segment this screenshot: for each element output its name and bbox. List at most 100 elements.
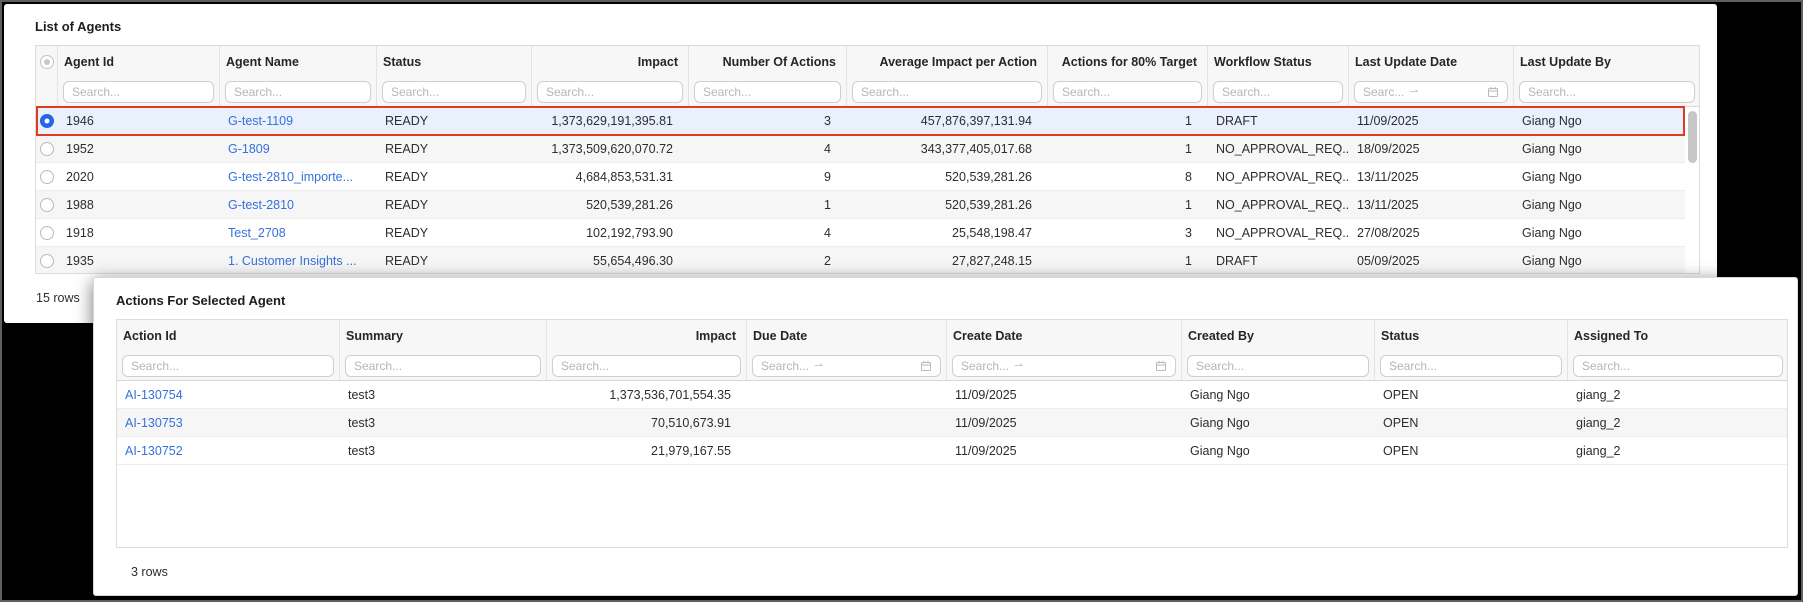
- agent-link-agent_name[interactable]: G-test-2810: [228, 198, 294, 212]
- column-header-last_update_date[interactable]: Last Update Date: [1349, 46, 1514, 77]
- search-input-due_date[interactable]: Search... ⇀: [752, 354, 941, 377]
- agents-table: Agent Id Agent Name Status Impact Number Of …: [35, 45, 1700, 274]
- filter-cell-created_by: Search...: [1182, 351, 1375, 380]
- action-link-action_id[interactable]: AI-130754: [125, 388, 183, 402]
- row-select-radio[interactable]: [40, 113, 54, 128]
- search-input-actions_80[interactable]: Search...: [1053, 80, 1202, 103]
- column-header-avg_impact[interactable]: Average Impact per Action: [847, 46, 1048, 77]
- cell-agent_name: G-test-1109: [220, 107, 377, 134]
- agent-link-agent_name[interactable]: 1. Customer Insights ...: [228, 254, 357, 268]
- cell-num_actions: 9: [824, 169, 831, 184]
- column-header-assigned_to[interactable]: Assigned To: [1568, 320, 1787, 351]
- search-input-status[interactable]: Search...: [382, 80, 526, 103]
- search-input-impact[interactable]: Search...: [552, 354, 741, 377]
- cell-agent_id: 1946: [66, 113, 94, 128]
- search-input-action_id[interactable]: Search...: [122, 354, 334, 377]
- search-input-impact[interactable]: Search...: [537, 80, 683, 103]
- search-placeholder: Searc...: [1363, 84, 1405, 99]
- actions-panel-title: Actions For Selected Agent: [116, 293, 286, 308]
- action-row[interactable]: AI-130753 test3 70,510,673.91 11/09/2025 Gia…: [117, 409, 1787, 437]
- row-select-radio[interactable]: [40, 253, 54, 268]
- column-header-create_date[interactable]: Create Date: [947, 320, 1182, 351]
- column-header-impact[interactable]: Impact: [532, 46, 689, 77]
- agent-row[interactable]: 2020 G-test-2810_importe... READY 4,684,853…: [36, 163, 1685, 191]
- calendar-icon[interactable]: [1155, 360, 1167, 372]
- cell-actions_80: 3: [1185, 225, 1192, 240]
- action-link-action_id[interactable]: AI-130753: [125, 416, 183, 430]
- cell-agent_id: 2020: [66, 169, 94, 184]
- agent-row[interactable]: 1935 1. Customer Insights ... READY 55,654,…: [36, 247, 1685, 273]
- cell-workflow_status: NO_APPROVAL_REQ...: [1216, 169, 1349, 184]
- cell-workflow_status: DRAFT: [1216, 253, 1258, 268]
- cell-due_date: [747, 409, 947, 436]
- cell-last_update_by: Giang Ngo: [1522, 141, 1582, 156]
- cell-actions_80: 1: [1185, 113, 1192, 128]
- cell-select: [36, 163, 58, 190]
- row-select-radio[interactable]: [40, 225, 54, 240]
- column-header-status[interactable]: Status: [1375, 320, 1568, 351]
- column-header-action_id[interactable]: Action Id: [117, 320, 340, 351]
- search-input-create_date[interactable]: Search... ⇀: [952, 354, 1176, 377]
- search-input-assigned_to[interactable]: Search...: [1573, 354, 1783, 377]
- row-select-radio[interactable]: [40, 197, 54, 212]
- column-header-impact[interactable]: Impact: [547, 320, 747, 351]
- column-header-last_update_by[interactable]: Last Update By: [1514, 46, 1699, 77]
- cell-created_by: Giang Ngo: [1190, 387, 1250, 402]
- column-header-actions_80[interactable]: Actions for 80% Target: [1048, 46, 1208, 77]
- row-select-radio[interactable]: [40, 141, 54, 156]
- actions-table: Action Id Summary Impact Due Date Create Dat…: [116, 319, 1788, 548]
- column-header-status[interactable]: Status: [377, 46, 532, 77]
- agent-row[interactable]: 1946 G-test-1109 READY 1,373,629,191,395.81…: [36, 107, 1685, 135]
- column-header-agent_id[interactable]: Agent Id: [58, 46, 220, 77]
- column-header-due_date[interactable]: Due Date: [747, 320, 947, 351]
- search-placeholder: Search...: [1582, 358, 1631, 373]
- action-row[interactable]: AI-130754 test3 1,373,536,701,554.35 11/09/…: [117, 381, 1787, 409]
- filter-cell-actions_80: Search...: [1048, 77, 1208, 106]
- agent-link-agent_name[interactable]: G-test-1109: [228, 114, 293, 128]
- search-placeholder: Search...: [1528, 84, 1577, 99]
- action-link-action_id[interactable]: AI-130752: [125, 444, 183, 458]
- search-input-created_by[interactable]: Search...: [1187, 354, 1369, 377]
- column-header-agent_name[interactable]: Agent Name: [220, 46, 377, 77]
- row-select-radio[interactable]: [40, 169, 54, 184]
- filter-cell-status: Search...: [377, 77, 532, 106]
- column-header-workflow_status[interactable]: Workflow Status: [1208, 46, 1349, 77]
- action-row[interactable]: AI-130752 test3 21,979,167.55 11/09/2025 Gia…: [117, 437, 1787, 465]
- cell-avg_impact: 520,539,281.26: [945, 169, 1032, 184]
- search-input-summary[interactable]: Search...: [345, 354, 541, 377]
- cell-due_date: [747, 437, 947, 464]
- cell-last_update_date: 05/09/2025: [1357, 253, 1420, 268]
- search-input-status[interactable]: Search...: [1380, 354, 1562, 377]
- search-placeholder: Search...: [1389, 358, 1438, 373]
- cell-avg_impact: 457,876,397,131.94: [920, 113, 1032, 128]
- cell-action_id: AI-130754: [117, 381, 340, 408]
- calendar-icon[interactable]: [920, 360, 932, 372]
- cell-created_by: Giang Ngo: [1190, 415, 1250, 430]
- agent-row[interactable]: 1988 G-test-2810 READY 520,539,281.26 1 520,5…: [36, 191, 1685, 219]
- search-input-num_actions[interactable]: Search...: [694, 80, 841, 103]
- agent-row[interactable]: 1952 G-1809 READY 1,373,509,620,070.72 4 343,…: [36, 135, 1685, 163]
- column-header-summary[interactable]: Summary: [340, 320, 547, 351]
- cell-status: READY: [385, 169, 429, 184]
- agent-link-agent_name[interactable]: Test_2708: [228, 226, 286, 240]
- search-input-agent_id[interactable]: Search...: [63, 80, 214, 103]
- search-input-agent_name[interactable]: Search...: [225, 80, 371, 103]
- search-input-last_update_by[interactable]: Search...: [1519, 80, 1695, 103]
- column-header-num_actions[interactable]: Number Of Actions: [689, 46, 847, 77]
- cell-last_update_date: 27/08/2025: [1357, 225, 1420, 240]
- agent-link-agent_name[interactable]: G-test-2810_importe...: [228, 170, 353, 184]
- search-input-workflow_status[interactable]: Search...: [1213, 80, 1343, 103]
- search-input-avg_impact[interactable]: Search...: [852, 80, 1042, 103]
- vertical-scrollbar-thumb[interactable]: [1688, 111, 1697, 163]
- agent-row[interactable]: 1918 Test_2708 READY 102,192,793.90 4 25,548,…: [36, 219, 1685, 247]
- filter-cell-workflow_status: Search...: [1208, 77, 1349, 106]
- agent-link-agent_name[interactable]: G-1809: [228, 142, 270, 156]
- search-placeholder: Search...: [861, 84, 910, 99]
- cell-impact: 70,510,673.91: [651, 415, 731, 430]
- cell-impact: 1,373,509,620,070.72: [551, 141, 673, 156]
- column-header-created_by[interactable]: Created By: [1182, 320, 1375, 351]
- column-header-select: [36, 46, 58, 77]
- search-input-last_update_date[interactable]: Searc... ⇀: [1354, 80, 1508, 103]
- calendar-icon[interactable]: [1487, 86, 1499, 98]
- select-all-radio[interactable]: [39, 54, 54, 69]
